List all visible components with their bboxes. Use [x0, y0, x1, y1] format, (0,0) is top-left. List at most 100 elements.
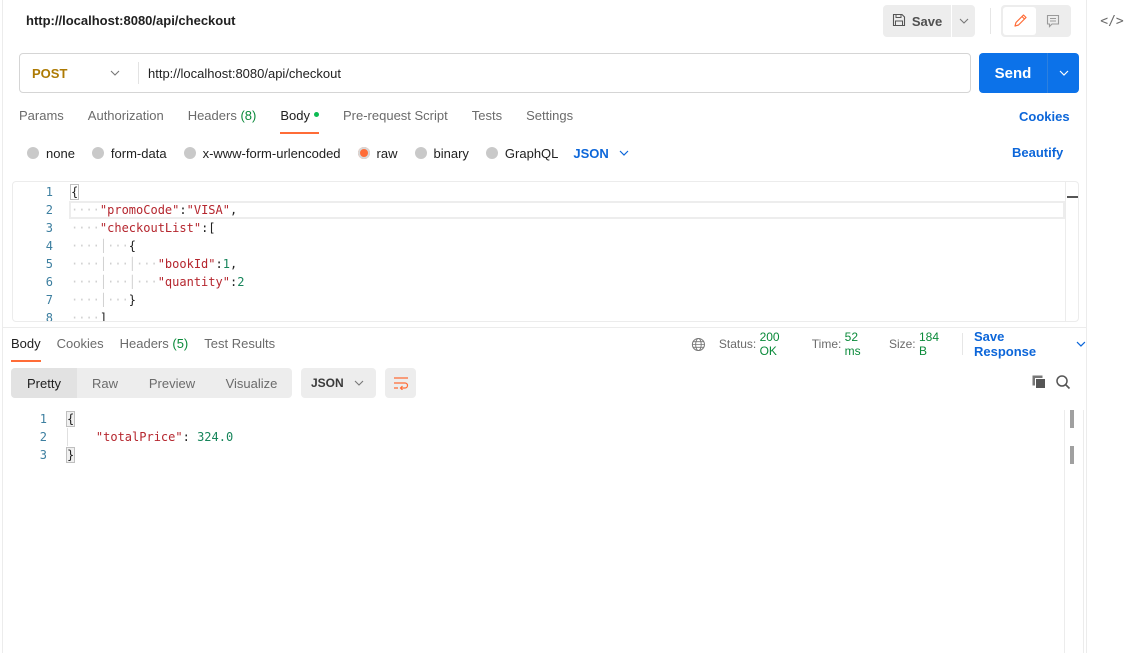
method-select[interactable]: POST — [20, 54, 138, 92]
api-client-app: http://localhost:8080/api/checkout Save — [0, 0, 1135, 653]
search-icon[interactable] — [1055, 374, 1071, 390]
save-options-button[interactable] — [952, 5, 975, 37]
response-body-viewer[interactable]: 1 { 2 "totalPrice": 324.0 3 } — [3, 410, 1065, 653]
response-tabs: Body Cookies Headers (5) Test Results — [11, 336, 291, 362]
send-button[interactable]: Send — [979, 53, 1047, 93]
tab-label: Authorization — [87, 108, 164, 123]
tab-pre-request-script[interactable]: Pre-request Script — [343, 108, 448, 132]
tab-tests[interactable]: Tests — [472, 108, 502, 132]
scrollbar-thumb[interactable] — [1070, 446, 1074, 464]
radio-circle[interactable] — [414, 147, 427, 159]
editor-scrollbar[interactable] — [1065, 182, 1078, 321]
resp-tab-body[interactable]: Body — [11, 336, 41, 362]
method-label: POST — [32, 65, 68, 81]
editor-line: 8 ····] — [13, 309, 1065, 322]
size-value[interactable]: 184 B — [919, 330, 950, 358]
code-text: ····] — [71, 311, 108, 322]
tab-headers[interactable]: Headers (8) — [188, 108, 257, 132]
send-group: Send — [979, 53, 1079, 93]
request-body-editor[interactable]: 1 { 2 ····"promoCode":"VISA", 3 ····"che… — [12, 181, 1079, 322]
radio-circle-selected[interactable] — [357, 147, 370, 159]
raw-format-select[interactable]: JSON — [573, 146, 629, 161]
chevron-down-icon — [1076, 341, 1086, 347]
beautify-link[interactable]: Beautify — [1012, 145, 1063, 160]
tab-label: Test Results — [204, 336, 276, 351]
view-visualize[interactable]: Visualize — [211, 368, 292, 398]
cookies-link[interactable]: Cookies — [1019, 109, 1070, 124]
edit-mode-button[interactable] — [1003, 7, 1036, 35]
editor-line: 2 ····"promoCode":"VISA", — [13, 201, 1065, 219]
scrollbar-thumb[interactable] — [1067, 196, 1078, 198]
radio-circle[interactable] — [485, 147, 498, 159]
radio-label: binary — [433, 145, 469, 161]
body-indicator-dot — [313, 112, 319, 118]
response-format-select[interactable]: JSON — [301, 368, 376, 398]
radio-x-www-form-urlencoded[interactable]: x-www-form-urlencoded — [183, 146, 341, 161]
radio-none[interactable]: none — [27, 146, 75, 161]
tab-body[interactable]: Body — [280, 108, 319, 134]
request-title[interactable]: http://localhost:8080/api/checkout — [26, 13, 236, 28]
resp-tab-test-results[interactable]: Test Results — [204, 336, 275, 360]
chevron-down-icon — [959, 18, 968, 24]
radio-binary[interactable]: binary — [414, 145, 469, 161]
tab-label: Headers — [119, 336, 169, 351]
url-input[interactable] — [139, 65, 970, 81]
code-snippet-icon[interactable]: </> — [1100, 12, 1123, 30]
response-divider[interactable] — [3, 327, 1086, 328]
send-options-button[interactable] — [1048, 53, 1079, 93]
size-label: Size: — [888, 337, 916, 351]
radio-label: raw — [376, 145, 398, 161]
tab-params[interactable]: Params — [19, 108, 64, 132]
line-number: 3 — [45, 221, 53, 235]
chevron-down-icon — [619, 150, 629, 156]
tab-label: Body — [280, 108, 310, 123]
mode-toggle — [1001, 5, 1071, 37]
viewer-line: 2 "totalPrice": 324.0 — [3, 428, 1055, 446]
view-raw[interactable]: Raw — [77, 368, 133, 398]
scrollbar-thumb[interactable] — [1070, 410, 1074, 428]
editor-line: 7 ····│···} — [13, 291, 1065, 309]
code-text: ····"checkoutList":[ — [71, 221, 216, 235]
resp-tab-cookies[interactable]: Cookies — [57, 336, 104, 360]
chevron-down-icon — [110, 70, 120, 76]
tab-label: Body — [11, 336, 41, 351]
radio-raw[interactable]: raw — [357, 145, 398, 161]
status-value[interactable]: 200 OK — [760, 330, 800, 358]
editor-line: 4 ····│···{ — [13, 237, 1065, 255]
headers-count: (5) — [172, 336, 189, 351]
radio-circle[interactable] — [27, 147, 39, 159]
radio-circle[interactable] — [183, 147, 196, 159]
line-number: 2 — [45, 203, 53, 217]
editor-line: 3 ····"checkoutList":[ — [13, 219, 1065, 237]
headers-count: (8) — [240, 108, 257, 123]
view-pretty[interactable]: Pretty — [11, 368, 77, 398]
response-scrollbar[interactable] — [1064, 410, 1084, 653]
radio-graphql[interactable]: GraphQL — [485, 145, 559, 161]
tab-settings[interactable]: Settings — [526, 108, 573, 132]
view-preview[interactable]: Preview — [133, 368, 211, 398]
wrap-lines-button[interactable] — [385, 368, 416, 398]
right-sidebar-rail: </> — [1086, 0, 1135, 653]
radio-form-data[interactable]: form-data — [91, 145, 167, 161]
time-value[interactable]: 52 ms — [845, 330, 877, 358]
code-text: "totalPrice": 324.0 — [95, 430, 234, 444]
save-group: Save — [883, 5, 975, 37]
viewer-line: 3 } — [3, 446, 1055, 464]
tab-label: Cookies — [56, 336, 104, 351]
body-type-radios: none form-data x-www-form-urlencoded raw… — [27, 145, 629, 161]
response-meta: Status: 200 OK Time: 52 ms Size: 184 B S… — [691, 329, 1086, 359]
comment-icon — [1046, 14, 1059, 28]
tab-label: Pre-request Script — [342, 108, 448, 123]
globe-icon[interactable] — [691, 337, 706, 352]
resp-tab-headers[interactable]: Headers (5) — [120, 336, 189, 360]
view-mode-segmented: Pretty Raw Preview Visualize — [11, 368, 292, 398]
radio-label: GraphQL — [504, 145, 559, 161]
radio-label: form-data — [110, 145, 167, 161]
tab-authorization[interactable]: Authorization — [88, 108, 164, 132]
code-text: { — [65, 411, 76, 427]
save-response-button[interactable]: Save Response — [974, 329, 1086, 359]
radio-circle[interactable] — [91, 147, 104, 159]
copy-icon[interactable] — [1031, 374, 1047, 390]
comments-mode-button[interactable] — [1036, 7, 1069, 35]
save-button[interactable]: Save — [883, 5, 951, 37]
